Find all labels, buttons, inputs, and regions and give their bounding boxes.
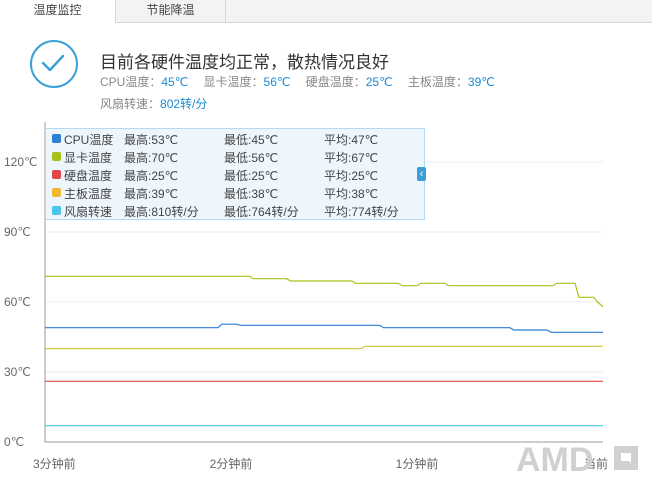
legend-row-fan: 风扇转速 最高:810转/分 最低:764转/分 平均:774转/分 (46, 202, 424, 220)
legend-max: 最高:70℃ (124, 151, 179, 165)
y-tick-label: 60℃ (4, 295, 31, 309)
legend-name: 主板温度 (64, 187, 113, 201)
legend-min: 最低:764转/分 (224, 205, 299, 219)
legend-swatch (52, 152, 61, 161)
disk-temp-metric: 硬盘温度：25℃ (305, 75, 393, 89)
legend-min: 最低:38℃ (224, 187, 279, 201)
legend-max: 最高:810转/分 (124, 205, 199, 219)
gpu-temp-metric: 显卡温度：56℃ (203, 75, 291, 89)
legend-name: 硬盘温度 (64, 169, 113, 183)
amd-logo: AMD (514, 438, 644, 479)
legend-avg: 平均:47℃ (324, 133, 379, 147)
fan-speed-metric: 风扇转速：802转/分 (100, 97, 208, 111)
x-tick-label: 1分钟前 (396, 456, 439, 471)
legend-swatch (52, 206, 61, 215)
legend-name: 风扇转速 (64, 205, 113, 219)
status-check-icon (30, 40, 78, 88)
chevron-left-icon[interactable]: ‹ (417, 167, 426, 181)
y-tick-label: 0℃ (4, 435, 24, 449)
series-line-主板温度 (45, 345, 603, 350)
cpu-temp-metric: CPU温度：45℃ (100, 75, 189, 89)
x-tick-label: 2分钟前 (210, 456, 253, 471)
legend-max: 最高:39℃ (124, 187, 179, 201)
legend-avg: 平均:38℃ (324, 187, 379, 201)
legend-max: 最高:53℃ (124, 133, 179, 147)
legend-avg: 平均:25℃ (324, 169, 379, 183)
legend-min: 最低:25℃ (224, 169, 279, 183)
legend-min: 最低:45℃ (224, 133, 279, 147)
y-tick-label: 90℃ (4, 225, 31, 239)
legend-swatch (52, 170, 61, 179)
tab-energy-saving[interactable]: 节能降温 (116, 0, 226, 22)
legend-swatch (52, 188, 61, 197)
legend-row-disk: 硬盘温度 最高:25℃ 最低:25℃ 平均:25℃ (46, 166, 424, 184)
series-line-CPU温度 (45, 323, 603, 333)
legend-max: 最高:25℃ (124, 169, 179, 183)
legend-name: 显卡温度 (64, 151, 113, 165)
y-tick-label: 30℃ (4, 365, 31, 379)
board-temp-metric: 主板温度：39℃ (407, 75, 495, 89)
x-tick-label: 3分钟前 (33, 456, 76, 471)
tab-bar: 温度监控 节能降温 (0, 0, 652, 23)
legend-name: CPU温度 (64, 133, 114, 147)
tab-temperature-monitor[interactable]: 温度监控 (0, 0, 116, 23)
legend-row-gpu: 显卡温度 最高:70℃ 最低:56℃ 平均:67℃ (46, 148, 424, 166)
legend-row-cpu: CPU温度 最高:53℃ 最低:45℃ 平均:47℃ (46, 130, 424, 148)
temperature-summary: CPU温度：45℃ 显卡温度：56℃ 硬盘温度：25℃ 主板温度：39℃ (100, 73, 507, 90)
legend-avg: 平均:774转/分 (324, 205, 399, 219)
amd-logo-text: AMD (516, 441, 593, 478)
legend-avg: 平均:67℃ (324, 151, 379, 165)
chart-legend: CPU温度 最高:53℃ 最低:45℃ 平均:47℃ 显卡温度 最高:70℃ 最… (45, 128, 425, 220)
legend-min: 最低:56℃ (224, 151, 279, 165)
y-tick-label: 120℃ (4, 155, 38, 169)
legend-row-board: 主板温度 最高:39℃ 最低:38℃ 平均:38℃ (46, 184, 424, 202)
status-headline: 目前各硬件温度均正常，散热情况良好 (100, 53, 389, 72)
legend-swatch (52, 134, 61, 143)
